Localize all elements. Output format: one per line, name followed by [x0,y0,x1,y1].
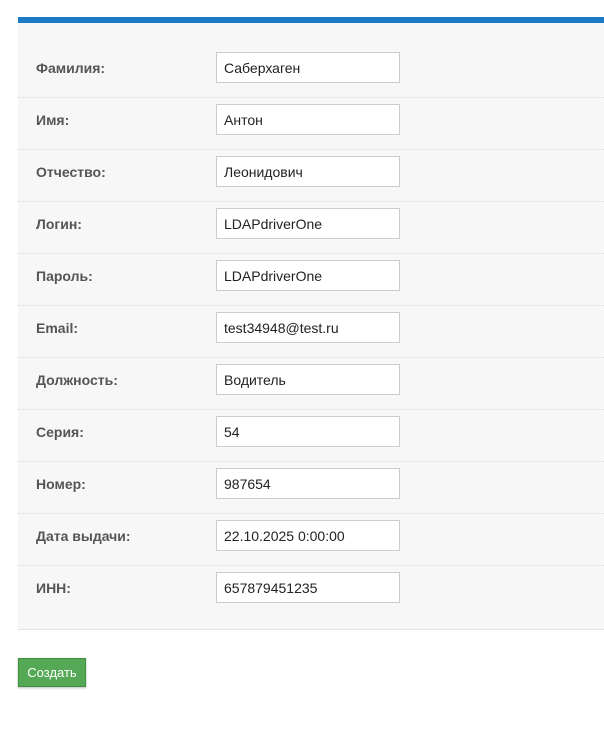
series-input[interactable] [216,416,400,447]
login-label: Логин: [36,216,82,232]
inn-label: ИНН: [36,580,71,596]
number-label: Номер: [36,476,86,492]
issue-date-label: Дата выдачи: [36,528,131,544]
last-name-input[interactable] [216,52,400,83]
email-input[interactable] [216,312,400,343]
position-label: Должность: [36,372,118,388]
form-row-last-name: Фамилия: [18,46,604,98]
email-label: Email: [36,320,79,336]
form-fields: Фамилия: Имя: Отчество: Логин: Пароль: E… [18,46,604,618]
form-row-patronymic: Отчество: [18,150,604,202]
patronymic-input[interactable] [216,156,400,187]
patronymic-label: Отчество: [36,164,106,180]
form-row-issue-date: Дата выдачи: [18,514,604,566]
form-row-position: Должность: [18,358,604,410]
employee-form-panel: Фамилия: Имя: Отчество: Логин: Пароль: E… [18,17,604,630]
last-name-label: Фамилия: [36,60,106,76]
form-row-password: Пароль: [18,254,604,306]
password-input[interactable] [216,260,400,291]
position-input[interactable] [216,364,400,395]
form-row-first-name: Имя: [18,98,604,150]
password-label: Пароль: [36,268,93,284]
login-input[interactable] [216,208,400,239]
first-name-input[interactable] [216,104,400,135]
issue-date-input[interactable] [216,520,400,551]
number-input[interactable] [216,468,400,499]
form-row-email: Email: [18,306,604,358]
form-row-inn: ИНН: [18,566,604,618]
first-name-label: Имя: [36,112,70,128]
form-row-number: Номер: [18,462,604,514]
create-button[interactable]: Создать [18,658,86,687]
series-label: Серия: [36,424,84,440]
form-row-login: Логин: [18,202,604,254]
inn-input[interactable] [216,572,400,603]
form-row-series: Серия: [18,410,604,462]
